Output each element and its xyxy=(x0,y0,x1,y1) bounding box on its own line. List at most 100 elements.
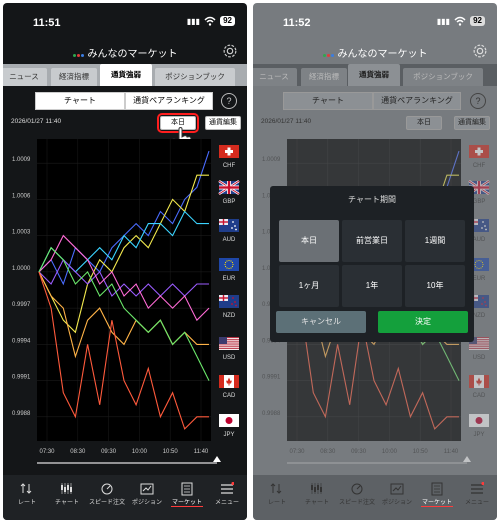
option-1-week[interactable]: 1週間 xyxy=(405,220,465,262)
status-bar: 11:52 ▮▮▮ 92 xyxy=(253,3,497,39)
dialog-title: チャート期間 xyxy=(348,195,396,204)
app-title: みんなのマーケット xyxy=(3,45,247,60)
option-1-month[interactable]: 1ヶ月 xyxy=(279,265,339,307)
plot-area xyxy=(37,139,211,441)
help-button[interactable]: ? xyxy=(221,93,237,109)
currency-label-jpy: JPY xyxy=(473,432,484,438)
confirm-button[interactable]: 決定 xyxy=(378,311,468,333)
time-scrubber-handle[interactable] xyxy=(463,456,471,462)
status-time: 11:52 xyxy=(283,17,311,29)
tab-position-book[interactable]: ポジションブック xyxy=(155,68,235,86)
nav-label: スピード注文 xyxy=(88,500,125,506)
cancel-button[interactable]: キャンセル xyxy=(276,311,366,333)
currency-label-cad: CAD xyxy=(473,393,486,399)
app-bar: みんなのマーケット xyxy=(3,39,247,63)
nav-item-speed[interactable]: スピード注文 xyxy=(85,475,129,520)
speed-icon xyxy=(101,483,113,495)
y-tick-label: 0.9994 xyxy=(12,338,31,344)
flag-nzd-icon xyxy=(219,295,239,308)
wifi-icon xyxy=(204,16,216,26)
nav-item-menu[interactable]: メニュー xyxy=(455,475,497,520)
tab-economic[interactable]: 経済指標 xyxy=(301,68,347,86)
option-prev-day[interactable]: 前営業日 xyxy=(342,220,402,262)
arrows-icon xyxy=(20,483,32,494)
arrows-icon xyxy=(270,483,282,494)
nav-item-position[interactable]: ポジション xyxy=(375,475,419,520)
currency-label-gbp: GBP xyxy=(223,199,236,205)
tab-news[interactable]: ニュース xyxy=(253,68,297,86)
nav-item-arrows[interactable]: レート xyxy=(255,475,299,520)
nav-item-candles[interactable]: チャート xyxy=(295,475,339,520)
nav-label: マーケット xyxy=(171,500,202,506)
option-10-years[interactable]: 10年 xyxy=(405,265,465,307)
flag-chf-icon xyxy=(219,145,239,158)
option-today[interactable]: 本日 xyxy=(279,220,339,262)
gear-icon[interactable] xyxy=(221,42,239,60)
x-tick-label: 07:30 xyxy=(289,449,305,455)
x-tick-label: 08:30 xyxy=(320,449,336,455)
flag-gbp-icon xyxy=(218,179,240,196)
signal-icon: ▮▮▮ xyxy=(436,16,451,26)
tab-currency-strength[interactable]: 通貨強弱 xyxy=(348,64,400,86)
edit-currency-button[interactable]: 通貨編集 xyxy=(454,116,490,130)
period-button[interactable]: 本日 xyxy=(406,116,442,130)
bottom-nav: レート チャート スピード注文 ポジション マーケット メニュー xyxy=(3,475,247,520)
nav-item-candles[interactable]: チャート xyxy=(45,475,89,520)
nav-label: マーケット xyxy=(421,500,452,506)
y-tick-label: 1.0006 xyxy=(12,193,31,199)
nav-item-menu[interactable]: メニュー xyxy=(205,475,247,520)
wifi-icon xyxy=(454,16,466,26)
app-bar: みんなのマーケット xyxy=(253,39,497,63)
y-tick-label: 1.0003 xyxy=(12,230,31,236)
bottom-nav: レート チャート スピード注文 ポジション マーケット メニュー xyxy=(253,475,497,520)
tab-position-book[interactable]: ポジションブック xyxy=(403,68,483,86)
x-tick-label: 07:30 xyxy=(39,449,55,455)
currency-label-nzd: NZD xyxy=(473,313,486,319)
chart-date: 2026/01/27 11:40 xyxy=(11,118,62,125)
x-tick-label: 10:00 xyxy=(132,449,148,455)
currency-label-nzd: NZD xyxy=(223,313,236,319)
strength-chart: 1.0009 1.0006 1.0003 1.0000 0.9997 0.9994 0.99… xyxy=(3,131,247,476)
nav-item-arrows[interactable]: レート xyxy=(5,475,49,520)
option-1-year[interactable]: 1年 xyxy=(342,265,402,307)
tab-currency-strength[interactable]: 通貨強弱 xyxy=(100,64,152,86)
help-button[interactable]: ? xyxy=(470,93,486,109)
currency-label-chf: CHF xyxy=(223,163,236,169)
segment-chart[interactable]: チャート xyxy=(35,92,125,110)
view-toggle: チャート 通貨ペアランキング xyxy=(283,92,461,110)
nav-item-market[interactable]: マーケット xyxy=(165,475,209,520)
x-tick-label: 11:40 xyxy=(194,449,209,455)
nav-item-speed[interactable]: スピード注文 xyxy=(335,475,379,520)
y-tick-label: 0.9988 xyxy=(12,411,31,417)
screen-left: 11:51 ▮▮▮ 92 みんなのマーケット ニュース 経済指標 通貨強弱 ポジ… xyxy=(0,0,250,523)
currency-label-cad: CAD xyxy=(223,393,236,399)
nav-label: チャート xyxy=(305,500,329,506)
x-tick-label: 10:50 xyxy=(413,449,429,455)
tab-news[interactable]: ニュース xyxy=(3,68,47,86)
flag-cad-icon xyxy=(469,375,489,388)
segment-ranking[interactable]: 通貨ペアランキング xyxy=(373,92,461,110)
nav-item-position[interactable]: ポジション xyxy=(125,475,169,520)
gear-icon[interactable] xyxy=(471,42,489,60)
tab-economic[interactable]: 経済指標 xyxy=(51,68,97,86)
currency-label-aud: AUD xyxy=(223,237,236,243)
segment-chart[interactable]: チャート xyxy=(283,92,373,110)
nav-item-market[interactable]: マーケット xyxy=(415,475,459,520)
status-bar: 11:51 ▮▮▮ 92 xyxy=(3,3,247,39)
app-title: みんなのマーケット xyxy=(253,45,497,60)
currency-label-usd: USD xyxy=(223,355,236,361)
tab-bar: ニュース 経済指標 通貨強弱 ポジションブック xyxy=(3,64,247,86)
edit-currency-button[interactable]: 通貨編集 xyxy=(205,116,241,130)
nav-label: レート xyxy=(267,500,286,506)
segment-ranking[interactable]: 通貨ペアランキング xyxy=(125,92,213,110)
battery-icon: 92 xyxy=(220,16,235,26)
flag-chf-icon xyxy=(469,145,489,158)
chart-svg: 1.0009 1.0006 1.0003 1.0000 0.9997 0.9994 0.99… xyxy=(12,139,240,464)
flag-jpy-icon xyxy=(469,414,489,427)
currency-label-usd: USD xyxy=(473,355,486,361)
time-scrubber-handle[interactable] xyxy=(213,456,221,462)
flag-usd-icon xyxy=(219,337,239,350)
y-tick-label: 1.0000 xyxy=(12,266,31,272)
flag-eur-icon xyxy=(219,258,239,271)
nav-label: チャート xyxy=(55,500,79,506)
